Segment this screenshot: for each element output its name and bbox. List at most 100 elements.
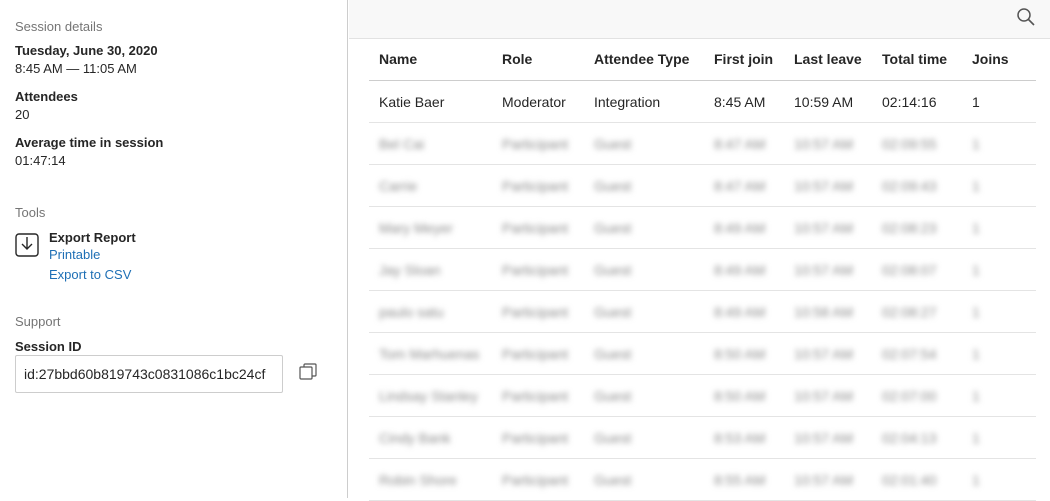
printable-link[interactable]: Printable [49, 247, 100, 262]
cell-role: Participant [492, 248, 584, 291]
cell-name: Cindy Bank [369, 416, 492, 459]
session-date: Tuesday, June 30, 2020 [15, 43, 158, 58]
attendees-value: 20 [15, 107, 30, 122]
cell-last-leave: 10:57 AM [784, 248, 872, 291]
cell-attendee-type: Integration [584, 80, 704, 123]
table-header-row: Name Role Attendee Type First join Last … [369, 38, 1036, 81]
cell-name: paulo satu [369, 290, 492, 333]
tools-title: Tools [15, 205, 46, 220]
cell-attendee-type: Guest [584, 206, 704, 249]
cell-last-leave: 10:57 AM [784, 206, 872, 249]
session-id-field[interactable] [15, 355, 283, 393]
cell-first-join: 8:47 AM [704, 122, 784, 165]
cell-role: Participant [492, 374, 584, 417]
cell-total-time: 02:08:27 [872, 290, 962, 333]
search-icon[interactable] [1016, 7, 1036, 27]
copy-icon[interactable] [299, 363, 317, 381]
table-row[interactable]: Jay Sloan Participant Guest 8:49 AM 10:5… [369, 248, 1036, 291]
cell-role: Participant [492, 332, 584, 375]
cell-joins: 1 [962, 80, 1036, 123]
table-row[interactable]: Tom Marhuenas Participant Guest 8:50 AM … [369, 332, 1036, 375]
cell-first-join: 8:55 AM [704, 458, 784, 501]
cell-name: Katie Baer [369, 80, 492, 123]
cell-attendee-type: Guest [584, 416, 704, 459]
cell-role: Moderator [492, 80, 584, 123]
cell-attendee-type: Guest [584, 458, 704, 501]
cell-last-leave: 10:58 AM [784, 290, 872, 333]
cell-name: Jay Sloan [369, 248, 492, 291]
export-csv-link[interactable]: Export to CSV [49, 267, 131, 282]
cell-attendee-type: Guest [584, 374, 704, 417]
column-header-last-leave[interactable]: Last leave [784, 38, 872, 81]
session-sidebar: Session details Tuesday, June 30, 2020 8… [0, 0, 348, 498]
table-row[interactable]: paulo satu Participant Guest 8:49 AM 10:… [369, 290, 1036, 333]
cell-last-leave: 10:57 AM [784, 416, 872, 459]
cell-joins: 1 [962, 416, 1036, 459]
cell-name: Robin Shore [369, 458, 492, 501]
support-title: Support [15, 314, 61, 329]
cell-attendee-type: Guest [584, 164, 704, 207]
cell-attendee-type: Guest [584, 290, 704, 333]
cell-first-join: 8:49 AM [704, 206, 784, 249]
cell-last-leave: 10:57 AM [784, 332, 872, 375]
table-row[interactable]: Lindsay Stanley Participant Guest 8:50 A… [369, 374, 1036, 417]
attendance-table: Name Role Attendee Type First join Last … [369, 38, 1036, 501]
cell-first-join: 8:50 AM [704, 332, 784, 375]
cell-attendee-type: Guest [584, 248, 704, 291]
table-row[interactable]: Robin Shore Participant Guest 8:55 AM 10… [369, 458, 1036, 501]
session-time-range: 8:45 AM — 11:05 AM [15, 61, 137, 76]
cell-role: Participant [492, 458, 584, 501]
table-row[interactable]: Bel Cai Participant Guest 8:47 AM 10:57 … [369, 122, 1036, 165]
cell-first-join: 8:53 AM [704, 416, 784, 459]
cell-joins: 1 [962, 374, 1036, 417]
cell-total-time: 02:08:07 [872, 248, 962, 291]
session-details-title: Session details [15, 19, 103, 34]
avg-time-value: 01:47:14 [15, 153, 66, 168]
cell-last-leave: 10:57 AM [784, 458, 872, 501]
cell-role: Participant [492, 290, 584, 333]
cell-first-join: 8:47 AM [704, 164, 784, 207]
cell-name: Lindsay Stanley [369, 374, 492, 417]
cell-joins: 1 [962, 206, 1036, 249]
cell-total-time: 02:04:13 [872, 416, 962, 459]
column-header-first-join[interactable]: First join [704, 38, 784, 81]
column-header-joins[interactable]: Joins [962, 38, 1036, 81]
cell-joins: 1 [962, 248, 1036, 291]
download-icon[interactable] [15, 233, 39, 257]
table-row[interactable]: Carrie Participant Guest 8:47 AM 10:57 A… [369, 164, 1036, 207]
cell-total-time: 02:07:54 [872, 332, 962, 375]
cell-name: Tom Marhuenas [369, 332, 492, 375]
cell-joins: 1 [962, 290, 1036, 333]
cell-last-leave: 10:59 AM [784, 80, 872, 123]
cell-first-join: 8:49 AM [704, 290, 784, 333]
cell-last-leave: 10:57 AM [784, 374, 872, 417]
cell-joins: 1 [962, 122, 1036, 165]
cell-total-time: 02:09:43 [872, 164, 962, 207]
cell-first-join: 8:50 AM [704, 374, 784, 417]
cell-last-leave: 10:57 AM [784, 164, 872, 207]
cell-name: Mary Meyer [369, 206, 492, 249]
column-header-role[interactable]: Role [492, 38, 584, 81]
table-row[interactable]: Mary Meyer Participant Guest 8:49 AM 10:… [369, 206, 1036, 249]
cell-total-time: 02:01:40 [872, 458, 962, 501]
table-row[interactable]: Katie Baer Moderator Integration 8:45 AM… [369, 80, 1036, 123]
cell-joins: 1 [962, 458, 1036, 501]
cell-last-leave: 10:57 AM [784, 122, 872, 165]
attendance-panel: Name Role Attendee Type First join Last … [349, 0, 1050, 501]
cell-attendee-type: Guest [584, 122, 704, 165]
cell-attendee-type: Guest [584, 332, 704, 375]
column-header-name[interactable]: Name [369, 38, 492, 81]
cell-first-join: 8:45 AM [704, 80, 784, 123]
attendees-label: Attendees [15, 89, 78, 104]
cell-first-join: 8:49 AM [704, 248, 784, 291]
column-header-total-time[interactable]: Total time [872, 38, 962, 81]
session-id-label: Session ID [15, 339, 82, 354]
cell-name: Bel Cai [369, 122, 492, 165]
cell-total-time: 02:07:00 [872, 374, 962, 417]
cell-name: Carrie [369, 164, 492, 207]
cell-total-time: 02:14:16 [872, 80, 962, 123]
table-row[interactable]: Cindy Bank Participant Guest 8:53 AM 10:… [369, 416, 1036, 459]
cell-total-time: 02:09:55 [872, 122, 962, 165]
column-header-attendee-type[interactable]: Attendee Type [584, 38, 704, 81]
cell-joins: 1 [962, 332, 1036, 375]
